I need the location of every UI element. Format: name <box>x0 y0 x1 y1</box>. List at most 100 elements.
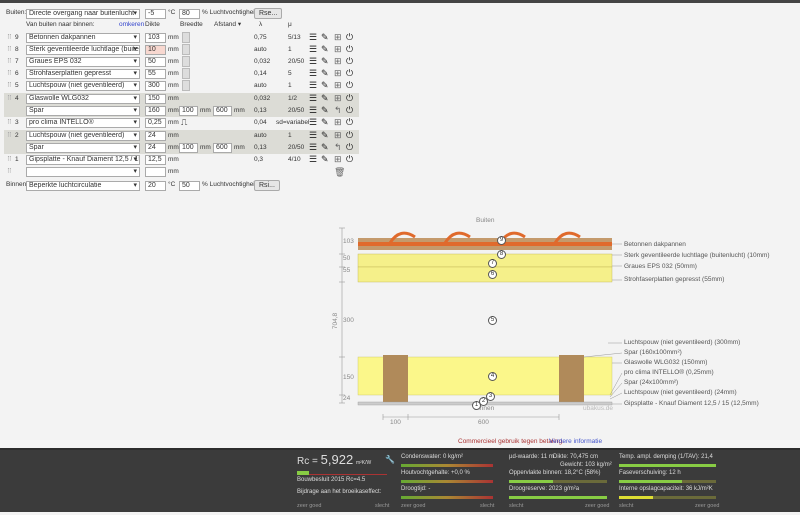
drag-handle[interactable]: ⠿ <box>7 81 12 91</box>
menu-icon[interactable]: ☰ <box>309 93 317 103</box>
thickness-input[interactable]: 300 <box>145 81 166 91</box>
insert-layer-icon[interactable]: ⊞ <box>334 80 342 90</box>
pencil-icon[interactable]: ✎ <box>321 105 329 115</box>
insert-layer-icon[interactable]: ⊞ <box>334 130 342 140</box>
thickness-input[interactable]: 160 <box>145 106 166 116</box>
width-input[interactable]: 100 <box>179 106 198 116</box>
thickness-input[interactable]: 55 <box>145 69 166 79</box>
pencil-icon[interactable]: ✎ <box>321 117 329 127</box>
menu-icon[interactable]: ☰ <box>309 56 317 66</box>
insert-layer-icon[interactable]: ⊞ <box>334 32 342 42</box>
undo-icon[interactable]: ↰ <box>334 142 342 152</box>
menu-icon[interactable]: ☰ <box>309 130 317 140</box>
drag-handle[interactable]: ⠿ <box>7 118 12 128</box>
insert-layer-icon[interactable]: ⊞ <box>334 93 342 103</box>
power-icon[interactable]: ⏻ <box>346 154 353 164</box>
power-icon[interactable]: ⏻ <box>346 56 353 66</box>
thickness-input[interactable]: 150 <box>145 94 166 104</box>
pencil-icon[interactable]: ✎ <box>321 142 329 152</box>
menu-icon[interactable]: ☰ <box>309 105 317 115</box>
drag-handle[interactable]: ⠿ <box>7 69 12 79</box>
outside-condition-select[interactable]: Directe overgang naar buitenlucht <box>26 9 140 19</box>
material-select[interactable]: Strohfaserplatten gepresst <box>26 69 140 79</box>
thickness-input[interactable]: 10 <box>145 45 166 55</box>
drag-handle[interactable]: ⠿ <box>7 94 12 104</box>
insert-layer-icon[interactable]: ⊞ <box>334 56 342 66</box>
power-icon[interactable]: ⏻ <box>346 68 353 78</box>
power-icon[interactable]: ⏻ <box>346 80 353 90</box>
thickness-input[interactable]: 24 <box>145 143 166 153</box>
thickness-input[interactable]: 50 <box>145 57 166 67</box>
material-select[interactable]: Spar <box>26 143 140 153</box>
inside-humidity-input[interactable]: 50 <box>179 181 200 191</box>
drag-handle[interactable]: ⠿ <box>7 57 12 67</box>
menu-icon[interactable]: ☰ <box>309 80 317 90</box>
thickness-input[interactable]: 24 <box>145 131 166 141</box>
trash-icon[interactable]: 🗑 <box>334 167 345 177</box>
inside-temp-input[interactable]: 20 <box>145 181 166 191</box>
reverse-link[interactable]: omkeren <box>119 20 144 30</box>
pencil-icon[interactable]: ✎ <box>321 154 329 164</box>
notice-link[interactable]: Verdere informatie <box>549 437 602 447</box>
thickness-input[interactable] <box>145 167 166 177</box>
add-inhomogeneous-icon[interactable] <box>182 56 190 67</box>
distance-header[interactable]: Afstand ▾ <box>214 20 241 30</box>
membrane-icon[interactable]: ⎍ <box>181 117 187 127</box>
insert-layer-icon[interactable]: ⊞ <box>334 68 342 78</box>
material-select[interactable]: Luchtspouw (niet geventileerd) <box>26 81 140 91</box>
distance-input[interactable]: 600 <box>213 143 232 153</box>
insert-layer-icon[interactable]: ⊞ <box>334 44 342 54</box>
power-icon[interactable]: ⏻ <box>346 93 353 103</box>
power-icon[interactable]: ⏻ <box>346 44 353 54</box>
insert-layer-icon[interactable]: ⊞ <box>334 117 342 127</box>
add-inhomogeneous-icon[interactable] <box>182 32 190 43</box>
pencil-icon[interactable]: ✎ <box>321 44 329 54</box>
power-icon[interactable]: ⏻ <box>346 142 353 152</box>
material-select[interactable]: Graues EPS 032 <box>26 57 140 67</box>
menu-icon[interactable]: ☰ <box>309 44 317 54</box>
drag-handle[interactable]: ⠿ <box>7 131 12 141</box>
thickness-input[interactable]: 103 <box>145 33 166 43</box>
thickness-input[interactable]: 12,5 <box>145 155 166 165</box>
menu-icon[interactable]: ☰ <box>309 117 317 127</box>
material-select[interactable]: pro clima INTELLO® <box>26 118 140 128</box>
menu-icon[interactable]: ☰ <box>309 32 317 42</box>
add-inhomogeneous-icon[interactable] <box>182 80 190 91</box>
pencil-icon[interactable]: ✎ <box>321 93 329 103</box>
material-select[interactable]: Luchtspouw (niet geventileerd) <box>26 131 140 141</box>
power-icon[interactable]: ⏻ <box>346 32 353 42</box>
norm-select[interactable]: Bouwbesluit 2015 Rc=4.5 <box>297 475 365 485</box>
power-icon[interactable]: ⏻ <box>346 105 353 115</box>
pencil-icon[interactable]: ✎ <box>321 80 329 90</box>
drag-handle[interactable]: ⠿ <box>7 45 12 55</box>
power-icon[interactable]: ⏻ <box>346 117 353 127</box>
menu-icon[interactable]: ☰ <box>309 68 317 78</box>
material-select[interactable]: Sterk geventileerde luchtlage (buitenluc… <box>26 45 140 55</box>
material-select[interactable]: Gipsplatte - Knauf Diament 12,5 / 15 <box>26 155 140 165</box>
material-select[interactable]: Glaswolle WLG032 <box>26 94 140 104</box>
pencil-icon[interactable]: ✎ <box>321 130 329 140</box>
distance-input[interactable]: 600 <box>213 106 232 116</box>
material-select[interactable]: Betonnen dakpannen <box>26 33 140 43</box>
inside-condition-select[interactable]: Beperkte luchtcirculatie <box>26 181 140 191</box>
rse-button[interactable]: Rse... <box>254 8 283 19</box>
power-icon[interactable]: ⏻ <box>346 130 353 140</box>
add-inhomogeneous-icon[interactable] <box>182 44 190 55</box>
pencil-icon[interactable]: ✎ <box>321 32 329 42</box>
thickness-input[interactable]: 0,25 <box>145 118 166 128</box>
drag-handle[interactable]: ⠿ <box>7 33 12 43</box>
width-input[interactable]: 100 <box>179 143 198 153</box>
insert-layer-icon[interactable]: ⊞ <box>334 154 342 164</box>
material-select[interactable]: Spar <box>26 106 140 116</box>
undo-icon[interactable]: ↰ <box>334 105 342 115</box>
pencil-icon[interactable]: ✎ <box>321 56 329 66</box>
material-select[interactable] <box>26 167 140 177</box>
wrench-icon[interactable]: 🔧 <box>385 455 395 465</box>
drag-handle[interactable]: ⠿ <box>7 155 12 165</box>
drag-handle[interactable]: ⠿ <box>7 167 12 177</box>
pencil-icon[interactable]: ✎ <box>321 68 329 78</box>
menu-icon[interactable]: ☰ <box>309 154 317 164</box>
outside-temp-input[interactable]: -5 <box>145 9 166 19</box>
rsi-button[interactable]: Rsi... <box>254 180 280 191</box>
outside-humidity-input[interactable]: 80 <box>179 9 200 19</box>
